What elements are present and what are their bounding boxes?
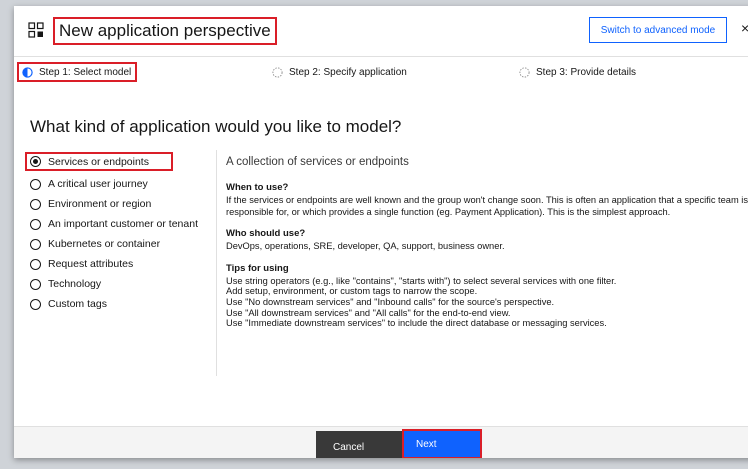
vertical-divider — [216, 150, 217, 376]
option-label: A critical user journey — [48, 178, 148, 190]
option-label: Environment or region — [48, 198, 152, 210]
option-custom-tags[interactable]: Custom tags — [26, 294, 216, 314]
application-icon — [28, 22, 44, 38]
tip-item: Use "No downstream services" and "Inboun… — [226, 296, 555, 307]
option-label: Request attributes — [48, 258, 134, 270]
option-label: An important customer or tenant — [48, 218, 198, 230]
radio-button-checked[interactable] — [30, 156, 41, 167]
who-should-use-title: Who should use? — [226, 228, 306, 239]
step-label: Step 2: Specify application — [289, 66, 407, 78]
option-services-or-endpoints[interactable]: Services or endpoints — [25, 152, 173, 171]
new-application-dialog: New application perspective Switch to ad… — [14, 6, 748, 458]
when-to-use-text: If the services or endpoints are well kn… — [226, 195, 748, 217]
description-heading: A collection of services or endpoints — [226, 156, 409, 168]
option-label: Kubernetes or container — [48, 238, 161, 250]
next-button[interactable]: Next — [402, 429, 482, 458]
step-incomplete-icon — [519, 66, 530, 78]
tip-item: Use "Immediate downstream services" to i… — [226, 318, 607, 329]
close-icon[interactable]: × — [741, 20, 748, 36]
step-select-model[interactable]: Step 1: Select model — [17, 62, 138, 82]
tip-item: Add setup, environment, or custom tags t… — [226, 286, 478, 297]
option-critical-user-journey[interactable]: A critical user journey — [26, 174, 216, 194]
tip-item: Use "All downstream services" and "All c… — [226, 307, 511, 318]
step-specify-application[interactable]: Step 2: Specify application — [272, 64, 407, 80]
when-to-use-title: When to use? — [226, 182, 289, 193]
option-customer-or-tenant[interactable]: An important customer or tenant — [26, 214, 216, 234]
progress-indicator: Step 1: Select model Step 2: Specify app… — [14, 58, 748, 86]
step-label: Step 1: Select model — [39, 66, 132, 78]
dialog-title: New application perspective — [53, 17, 277, 45]
option-label: Technology — [48, 278, 102, 290]
option-label: Services or endpoints — [48, 155, 149, 168]
step-provide-details[interactable]: Step 3: Provide details — [519, 64, 636, 80]
tips-list: Use string operators (e.g., like "contai… — [226, 276, 748, 330]
page-question: What kind of application would you like … — [30, 117, 402, 136]
option-technology[interactable]: Technology — [26, 274, 216, 294]
step-incomplete-icon — [272, 66, 283, 78]
cancel-button[interactable]: Cancel — [316, 431, 412, 458]
dialog-footer: Cancel Next — [14, 426, 748, 458]
radio-button[interactable] — [30, 238, 41, 250]
radio-button[interactable] — [30, 178, 41, 190]
radio-button[interactable] — [30, 278, 41, 290]
tips-title: Tips for using — [226, 262, 289, 274]
radio-button[interactable] — [30, 298, 41, 310]
model-options: Services or endpoints A critical user jo… — [25, 152, 216, 314]
option-request-attributes[interactable]: Request attributes — [26, 254, 216, 274]
who-should-use-text: DevOps, operations, SRE, developer, QA, … — [226, 241, 505, 251]
radio-button[interactable] — [30, 198, 41, 210]
option-description: A collection of services or endpoints Wh… — [226, 156, 748, 329]
radio-button[interactable] — [30, 258, 41, 270]
switch-advanced-mode-button[interactable]: Switch to advanced mode — [589, 17, 727, 43]
radio-button[interactable] — [30, 218, 41, 230]
step-in-progress-icon — [22, 66, 33, 78]
option-label: Custom tags — [48, 298, 107, 310]
dialog-header: New application perspective Switch to ad… — [14, 6, 748, 57]
tip-item: Use string operators (e.g., like "contai… — [226, 275, 617, 286]
option-kubernetes-or-container[interactable]: Kubernetes or container — [26, 234, 216, 254]
option-environment-or-region[interactable]: Environment or region — [26, 194, 216, 214]
step-label: Step 3: Provide details — [536, 66, 637, 78]
